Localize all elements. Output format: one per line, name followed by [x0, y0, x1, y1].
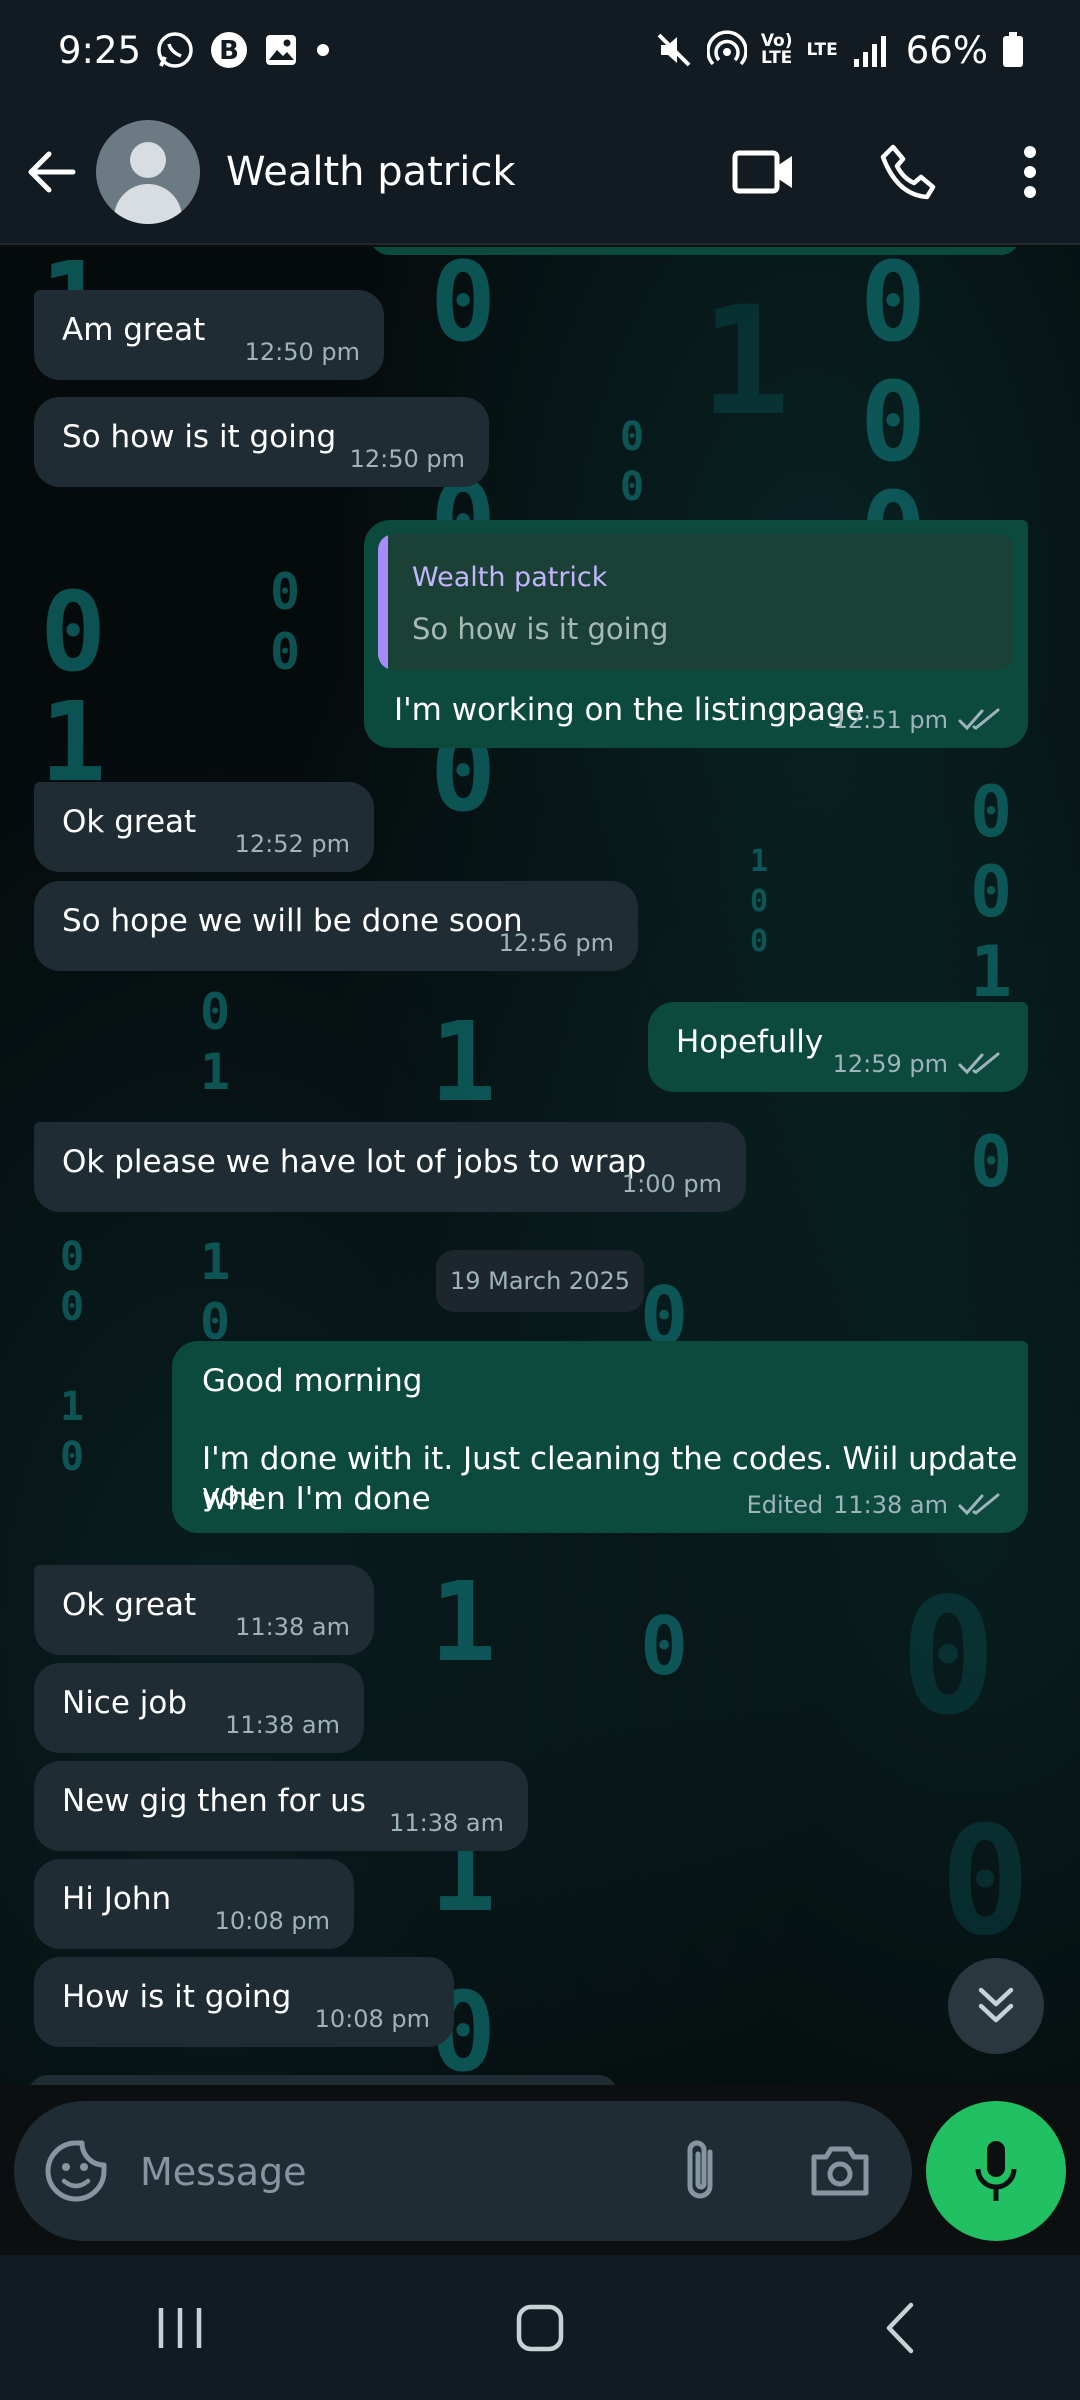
read-receipt-icon	[958, 708, 1000, 731]
message-text: Hi John	[62, 1881, 172, 1917]
message-time: 12:50 pm	[349, 445, 465, 473]
gallery-notification-icon	[263, 32, 299, 68]
message-bubble-incoming[interactable]: Ok great 11:38 am	[34, 1565, 374, 1655]
arrow-left-icon	[28, 151, 76, 192]
message-text: Ok great	[62, 804, 197, 840]
message-time: 11:38 am	[389, 1809, 504, 1837]
chat-area[interactable]: 1 0 1 0 0 0 0 0 0 1 0 0 0 0 0 0 1 1 0 0 …	[0, 247, 1080, 2085]
sticker-icon[interactable]	[44, 2139, 108, 2203]
status-bar: 9:25 B Vo) LTE LTE 66%	[0, 0, 1080, 100]
message-text-line-1: Good morning	[202, 1363, 423, 1399]
battery-icon	[1002, 32, 1024, 68]
hotspot-icon	[706, 30, 747, 70]
contact-name[interactable]: Wealth patrick	[226, 149, 516, 195]
attach-button[interactable]	[664, 2133, 740, 2209]
quoted-message[interactable]: Wealth patrick So how is it going	[378, 534, 1014, 670]
contact-avatar[interactable]	[96, 119, 200, 224]
message-bubble-incoming[interactable]: Ok great 12:52 pm	[34, 782, 374, 872]
message-text-line-3: when I'm done	[202, 1481, 431, 1517]
message-text: Ok great	[62, 1587, 197, 1623]
message-text: Ok please we have lot of jobs to wrap	[62, 1144, 647, 1180]
message-time: 10:08 pm	[214, 1907, 330, 1935]
message-composer	[0, 2085, 1080, 2255]
message-time: 11:38 am	[225, 1711, 340, 1739]
message-time: 12:52 pm	[234, 830, 350, 858]
scroll-to-bottom-button[interactable]	[948, 1958, 1044, 2054]
quoted-author: Wealth patrick	[412, 562, 608, 593]
date-separator: 19 March 2025	[436, 1250, 644, 1312]
chevron-left-icon	[886, 2302, 914, 2353]
message-bubble-outgoing-reply[interactable]: Wealth patrick So how is it going I'm wo…	[364, 520, 1028, 748]
b-notification-icon: B	[209, 30, 249, 70]
camera-icon	[811, 2146, 869, 2196]
message-input-container[interactable]	[14, 2101, 912, 2241]
message-time: 12:51 pm	[833, 706, 1004, 734]
message-bubble-incoming[interactable]: Nice job 11:38 am	[34, 1663, 364, 1753]
chat-header: Wealth patrick	[0, 100, 1080, 245]
message-text: How is it going	[62, 1979, 292, 2015]
message-time: 1:00 pm	[621, 1170, 722, 1198]
message-bubble-partial[interactable]	[28, 2075, 618, 2085]
mute-icon	[655, 31, 693, 69]
message-input[interactable]	[138, 2131, 662, 2213]
signal-icon	[852, 33, 892, 67]
read-receipt-icon	[958, 1493, 1000, 1516]
message-text: Am great	[62, 312, 206, 348]
message-bubble-incoming[interactable]: Hi John 10:08 pm	[34, 1859, 354, 1949]
system-navigation-bar	[0, 2255, 1080, 2400]
voice-message-button[interactable]	[926, 2101, 1066, 2241]
message-text: New gig then for us	[62, 1783, 366, 1819]
message-bubble-outgoing-edited[interactable]: Good morning I'm done with it. Just clea…	[172, 1341, 1028, 1533]
message-bubble-incoming[interactable]: How is it going 10:08 pm	[34, 1957, 454, 2047]
video-call-button[interactable]	[692, 99, 836, 244]
message-text: I'm working on the listingpage	[394, 692, 865, 728]
message-time: 11:38 am	[235, 1613, 350, 1641]
message-text: Nice job	[62, 1685, 188, 1721]
svg-text:B: B	[219, 36, 239, 66]
quoted-text: So how is it going	[412, 612, 669, 646]
message-time: 12:59 pm	[833, 1050, 1004, 1078]
message-bubble-incoming[interactable]: Am great 12:50 pm	[34, 290, 384, 380]
read-receipt-icon	[958, 1052, 1000, 1075]
edited-label: Edited	[746, 1491, 824, 1519]
home-button[interactable]	[480, 2268, 600, 2388]
whatsapp-notification-icon	[155, 30, 195, 70]
back-nav-button[interactable]	[840, 2268, 960, 2388]
message-text: Hopefully	[676, 1024, 824, 1060]
microphone-icon	[975, 2141, 1017, 2201]
battery-percent: 66%	[905, 28, 988, 72]
recent-apps-icon	[158, 2307, 202, 2348]
message-bubble-incoming[interactable]: So hope we will be done soon 12:56 pm	[34, 881, 638, 971]
home-icon	[516, 2304, 564, 2351]
phone-icon	[880, 144, 936, 199]
volte-icon: Vo) LTE	[760, 31, 793, 68]
recent-apps-button[interactable]	[120, 2268, 240, 2388]
message-time: 10:08 pm	[314, 2005, 430, 2033]
lte-data-icon: LTE	[806, 39, 838, 60]
message-text: So how is it going	[62, 419, 337, 455]
message-bubble-incoming[interactable]: New gig then for us 11:38 am	[34, 1761, 528, 1851]
camera-button[interactable]	[798, 2133, 882, 2209]
back-button[interactable]	[6, 99, 96, 244]
status-time: 9:25	[58, 28, 142, 72]
voice-call-button[interactable]	[836, 99, 980, 244]
more-options-button[interactable]	[980, 99, 1080, 244]
message-bubble-partial[interactable]	[370, 247, 1020, 255]
message-text: So hope we will be done soon	[62, 903, 523, 939]
message-bubble-incoming[interactable]: So how is it going 12:50 pm	[34, 397, 489, 487]
message-time: Edited 11:38 am	[747, 1491, 1004, 1519]
more-notifications-dot-icon	[313, 40, 333, 60]
message-time: 12:50 pm	[244, 338, 360, 366]
paperclip-icon	[687, 2140, 713, 2199]
message-time: 12:56 pm	[498, 929, 614, 957]
video-camera-icon	[732, 150, 792, 193]
message-bubble-outgoing[interactable]: Hopefully 12:59 pm	[648, 1002, 1028, 1092]
message-bubble-incoming[interactable]: Ok please we have lot of jobs to wrap 1:…	[34, 1122, 746, 1212]
more-vertical-icon	[1024, 145, 1036, 198]
chevron-double-down-icon	[978, 1987, 1014, 2023]
